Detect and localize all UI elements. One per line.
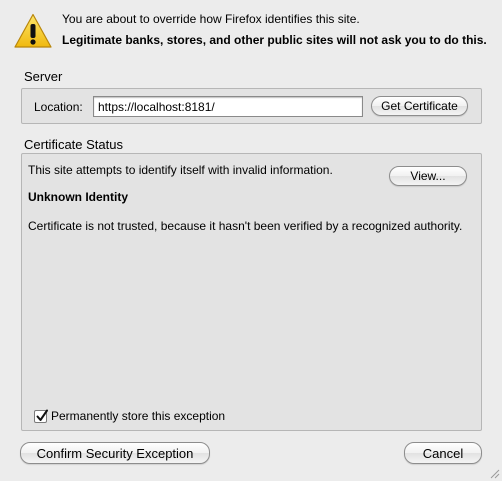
issue-detail: Certificate is not trusted, because it h… (28, 219, 463, 233)
location-input[interactable] (93, 96, 363, 117)
resize-grip-icon[interactable] (488, 467, 500, 479)
status-message: This site attempts to identify itself wi… (28, 163, 333, 177)
warning-triangle-icon (14, 13, 52, 49)
issue-title: Unknown Identity (28, 190, 128, 204)
view-certificate-button[interactable]: View... (389, 166, 467, 186)
certificate-status-group: This site attempts to identify itself wi… (21, 153, 482, 431)
permanent-exception-row[interactable]: Permanently store this exception (34, 409, 225, 423)
permanent-exception-label: Permanently store this exception (51, 409, 226, 423)
warning-message: You are about to override how Firefox id… (62, 12, 360, 26)
server-group: Location: Get Certificate (21, 88, 482, 124)
checkmark-icon (36, 409, 48, 421)
certificate-status-section-label: Certificate Status (24, 137, 123, 152)
warning-emphasis: Legitimate banks, stores, and other publ… (62, 33, 487, 47)
get-certificate-button[interactable]: Get Certificate (371, 96, 468, 116)
confirm-security-exception-button[interactable]: Confirm Security Exception (20, 442, 210, 464)
server-section-label: Server (24, 69, 63, 84)
add-security-exception-dialog: You are about to override how Firefox id… (0, 0, 502, 481)
location-label: Location: (34, 100, 83, 114)
cancel-button[interactable]: Cancel (404, 442, 482, 464)
permanent-exception-checkbox[interactable] (34, 409, 48, 423)
